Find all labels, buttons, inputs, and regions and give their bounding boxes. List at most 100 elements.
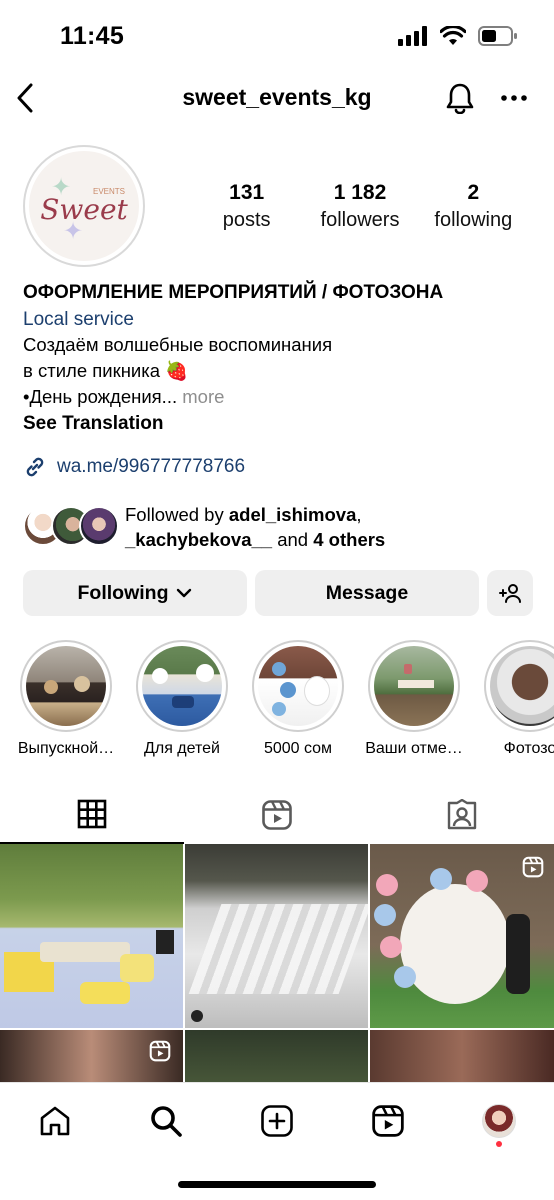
highlight-cover — [374, 646, 454, 726]
search-icon — [151, 1106, 182, 1137]
highlight-item[interactable]: Для детей — [127, 640, 237, 758]
mutual-follower-name[interactable]: adel_ishimova — [229, 504, 357, 525]
highlight-cover-ring — [368, 640, 460, 732]
followed-by-and: and — [272, 529, 314, 550]
nav-profile[interactable] — [475, 1097, 523, 1147]
stat-value: 131 — [229, 181, 265, 204]
highlight-label: Для детей — [144, 740, 220, 757]
highlight-cover-ring — [252, 640, 344, 732]
highlight-item[interactable]: Выпускной… — [11, 640, 121, 758]
highlight-cover — [142, 646, 222, 726]
bio-line: в стиле пикника 🍓 — [23, 360, 189, 381]
suggested-users-button[interactable] — [487, 570, 533, 616]
bottom-navigation — [0, 1082, 554, 1200]
tab-reels[interactable] — [185, 786, 369, 844]
highlight-label: Выпускной… — [17, 740, 115, 757]
post-thumbnail[interactable] — [0, 844, 183, 1028]
reels-icon — [262, 800, 292, 830]
post-thumbnail[interactable] — [185, 1030, 368, 1082]
profile-bio: ОФОРМЛЕНИЕ МЕРОПРИЯТИЙ / ФОТОЗОНА Local … — [23, 281, 538, 437]
profile-display-name: ОФОРМЛЕНИЕ МЕРОПРИЯТИЙ / ФОТОЗОНА — [23, 282, 444, 303]
top-navigation: sweet_events_kg — [0, 72, 554, 128]
stat-label: followers — [320, 209, 400, 231]
avatar — [79, 506, 119, 546]
highlight-cover — [258, 646, 338, 726]
bio-link[interactable]: wa.me/996777778766 — [23, 455, 245, 479]
more-options-button[interactable] — [496, 78, 532, 118]
separator: , — [356, 504, 362, 525]
logo-subtext: EVENTS — [93, 187, 126, 196]
tab-posts[interactable] — [0, 786, 184, 844]
see-translation-link[interactable]: See Translation — [23, 411, 538, 437]
grid-icon — [77, 799, 107, 829]
highlight-label: Фотозо — [503, 740, 554, 757]
profile-actions: Following Message — [23, 570, 533, 616]
signal-icon — [398, 26, 427, 46]
profile-category[interactable]: Local service — [23, 308, 538, 332]
home-icon — [40, 1106, 70, 1136]
reel-badge-icon — [522, 856, 544, 878]
battery-icon — [478, 26, 517, 46]
bell-icon — [446, 83, 474, 114]
plus-square-icon — [261, 1105, 293, 1137]
post-thumbnail[interactable] — [370, 844, 554, 1028]
message-button[interactable]: Message — [255, 570, 479, 616]
bio-line: •День рождения... more — [23, 384, 538, 410]
following-button-label: Following — [77, 581, 169, 604]
mutual-followers-others[interactable]: 4 others — [313, 529, 385, 550]
nav-create[interactable] — [253, 1097, 301, 1145]
profile-avatar[interactable]: ✦ ✦ EVENTS Sweet — [23, 145, 145, 267]
tab-tagged[interactable] — [370, 786, 554, 844]
profile-logo: ✦ ✦ EVENTS Sweet — [29, 151, 139, 261]
stat-label: posts — [222, 209, 271, 231]
bio-more-link[interactable]: more — [182, 386, 224, 407]
post-thumbnail[interactable] — [0, 1030, 183, 1082]
highlight-cover-ring — [20, 640, 112, 732]
notification-dot — [496, 1141, 502, 1147]
followed-by-text: Followed by adel_ishimova, _kachybekova_… — [125, 502, 385, 552]
bio-link-text[interactable]: wa.me/996777778766 — [57, 456, 245, 478]
wifi-icon — [440, 26, 466, 45]
reel-badge-icon — [149, 1040, 171, 1062]
posts-grid — [0, 844, 554, 1082]
chevron-down-icon — [177, 588, 192, 598]
post-thumbnail[interactable] — [185, 844, 368, 1028]
highlight-item[interactable]: 5000 сом — [243, 640, 353, 758]
message-button-label: Message — [325, 581, 409, 604]
nav-reels[interactable] — [364, 1097, 412, 1145]
highlight-cover — [490, 646, 554, 726]
stat-value: 1 182 — [333, 181, 387, 204]
home-indicator — [178, 1181, 376, 1188]
reels-icon — [372, 1105, 404, 1137]
profile-tabs — [0, 786, 554, 844]
notifications-button[interactable] — [442, 78, 478, 118]
stat-following[interactable]: 2 following — [417, 180, 530, 233]
nav-search[interactable] — [142, 1097, 190, 1145]
nav-home[interactable] — [31, 1097, 79, 1145]
highlight-item[interactable]: Ваши отме… — [359, 640, 469, 758]
profile-stats: 131 posts 1 182 followers 2 following — [190, 180, 530, 233]
followed-by[interactable]: Followed by adel_ishimova, _kachybekova_… — [23, 502, 543, 552]
stat-followers[interactable]: 1 182 followers — [303, 180, 416, 233]
stat-posts[interactable]: 131 posts — [190, 180, 303, 233]
highlight-cover-ring — [136, 640, 228, 732]
logo-star-decoration: ✦ — [63, 218, 84, 245]
followed-by-prefix: Followed by — [125, 504, 229, 525]
link-icon — [26, 457, 44, 477]
status-time: 11:45 — [60, 22, 125, 50]
highlight-cover — [26, 646, 106, 726]
highlight-label: Ваши отме… — [365, 740, 463, 757]
highlight-cover-ring — [484, 640, 554, 732]
add-user-icon — [499, 584, 521, 603]
post-thumbnail[interactable] — [370, 1030, 554, 1082]
status-bar: 11:45 — [0, 0, 554, 72]
highlight-item[interactable]: Фотозо — [475, 640, 554, 758]
mutual-follower-name[interactable]: _kachybekova__ — [125, 529, 272, 550]
bio-line: Создаём волшебные воспоминания — [23, 334, 333, 355]
more-horizontal-icon — [501, 95, 527, 101]
avatar — [482, 1104, 516, 1138]
bio-text: •День рождения... — [23, 386, 178, 407]
following-button[interactable]: Following — [23, 570, 247, 616]
mutual-avatars — [23, 506, 119, 548]
story-highlights: Выпускной… Для детей 5000 сом Ваши отме…… — [0, 640, 554, 770]
